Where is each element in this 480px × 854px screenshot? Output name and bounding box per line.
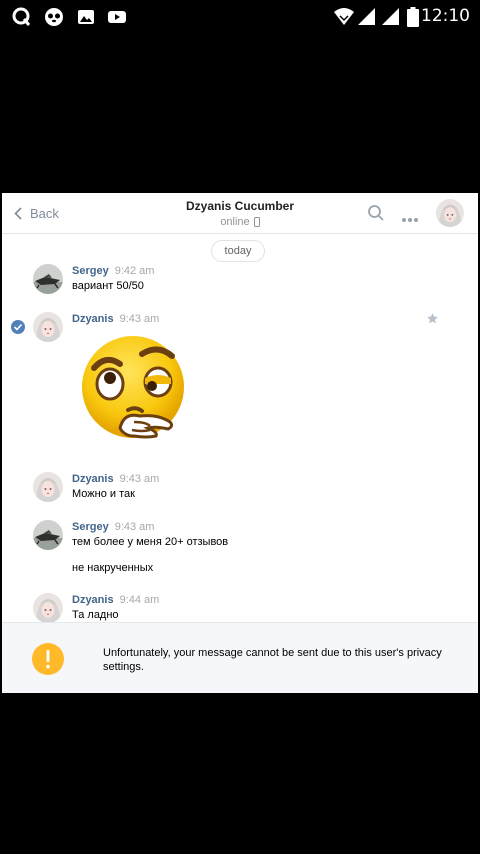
- message-time: 9:42 am: [114, 265, 155, 277]
- message-text: вариант 50/50: [72, 280, 144, 292]
- avatar[interactable]: [33, 264, 63, 294]
- status-time: 12:10: [421, 6, 470, 26]
- message-author[interactable]: Dzyanis 9:43 am: [72, 473, 159, 485]
- thinking-face-sticker[interactable]: [76, 332, 190, 446]
- avatar[interactable]: [33, 520, 63, 550]
- more-button[interactable]: [401, 210, 419, 228]
- avatar[interactable]: [33, 312, 63, 342]
- signal-icon-2: [381, 7, 401, 27]
- search-button[interactable]: [367, 204, 385, 227]
- online-status: online: [152, 216, 328, 228]
- message-text: тем более у меня 20+ отзывов: [72, 536, 229, 548]
- chat-title-block[interactable]: Dzyanis Cucumber online: [152, 199, 328, 228]
- status-bar: 12:10: [0, 0, 480, 34]
- chevron-left-icon: [14, 206, 22, 220]
- gallery-icon: [76, 7, 96, 27]
- privacy-notice: Unfortunately, your message cannot be se…: [2, 622, 478, 693]
- message-text: Можно и так: [72, 488, 135, 500]
- date-separator: today: [211, 240, 265, 262]
- back-button[interactable]: Back: [14, 204, 59, 222]
- privacy-notice-text: Unfortunately, your message cannot be se…: [103, 647, 442, 673]
- message-time: 9:44 am: [119, 594, 160, 606]
- message-time: 9:43 am: [114, 521, 155, 533]
- signal-icon: [357, 7, 377, 27]
- quora-icon: [12, 7, 32, 27]
- message-text: Та ладно: [72, 609, 119, 621]
- message-author[interactable]: Dzyanis 9:44 am: [72, 594, 159, 606]
- message-author[interactable]: Sergey 9:42 am: [72, 265, 154, 277]
- search-icon: [368, 205, 384, 221]
- more-dots-icon: [402, 218, 418, 222]
- chat-window: Back Dzyanis Cucumber online today Serge…: [2, 193, 478, 693]
- message-time: 9:43 am: [119, 473, 160, 485]
- warning-icon: [32, 643, 64, 675]
- avatar[interactable]: [33, 472, 63, 502]
- message-author[interactable]: Dzyanis 9:43 am: [72, 313, 159, 325]
- mobile-phone-icon: [253, 217, 260, 227]
- youtube-icon: [107, 7, 127, 27]
- header-avatar[interactable]: [436, 199, 464, 227]
- wifi-icon: [333, 7, 355, 27]
- panda-app-icon: [44, 7, 64, 27]
- selected-check-icon[interactable]: [11, 320, 25, 334]
- previous-sticker-fragment: [120, 234, 144, 236]
- chat-title: Dzyanis Cucumber: [185, 199, 295, 213]
- star-icon[interactable]: [426, 312, 439, 330]
- message-list[interactable]: today Sergey 9:42 am вариант 50/50 Dzyani…: [2, 234, 478, 622]
- avatar[interactable]: [33, 593, 63, 622]
- online-status-text: online: [220, 216, 250, 228]
- chat-header: Back Dzyanis Cucumber online: [2, 193, 478, 234]
- message-text: не накрученных: [72, 562, 154, 574]
- battery-icon: [407, 7, 419, 27]
- back-label: Back: [30, 205, 59, 221]
- message-time: 9:43 am: [119, 313, 160, 325]
- message-author[interactable]: Sergey 9:43 am: [72, 521, 154, 533]
